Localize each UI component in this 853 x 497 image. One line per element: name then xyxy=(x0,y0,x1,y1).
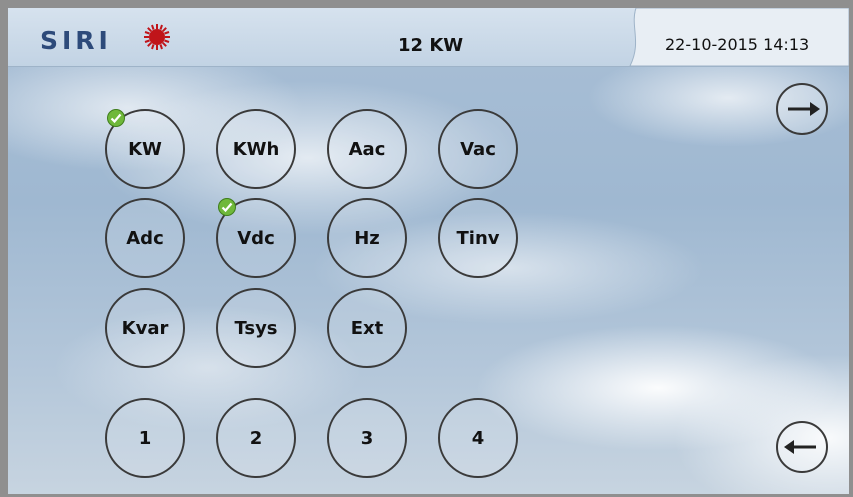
number-button-3[interactable]: 3 xyxy=(327,398,407,478)
number-button-label: 4 xyxy=(471,427,485,449)
measure-button-adc[interactable]: Adc xyxy=(105,198,185,278)
measure-button-label: Tinv xyxy=(456,227,500,249)
datetime-display: 22-10-2015 14:13 xyxy=(665,35,810,54)
measure-button-label: Vac xyxy=(460,138,496,160)
measure-button-label: Ext xyxy=(350,317,384,339)
measure-button-hz[interactable]: Hz xyxy=(327,198,407,278)
number-button-label: 3 xyxy=(360,427,374,449)
next-button[interactable] xyxy=(776,83,828,135)
measure-button-label: KW xyxy=(128,138,162,160)
measure-button-label: Aac xyxy=(348,138,386,160)
number-button-label: 2 xyxy=(249,427,263,449)
check-icon xyxy=(218,198,236,216)
page-title: 12 KW xyxy=(398,35,464,56)
back-button[interactable] xyxy=(776,421,828,473)
number-button-1[interactable]: 1 xyxy=(105,398,185,478)
screen: SIRI 12 KW 22-10-2015 14:13 KW KWh Aac V… xyxy=(8,8,849,494)
measure-button-label: Vdc xyxy=(237,227,275,249)
arrow-left-icon xyxy=(784,440,816,454)
number-button-2[interactable]: 2 xyxy=(216,398,296,478)
brand-logo: SIRI xyxy=(40,26,112,55)
number-button-4[interactable]: 4 xyxy=(438,398,518,478)
measure-button-aac[interactable]: Aac xyxy=(327,109,407,189)
device-frame: SIRI 12 KW 22-10-2015 14:13 KW KWh Aac V… xyxy=(0,0,853,497)
measure-button-kwh[interactable]: KWh xyxy=(216,109,296,189)
sun-logo-icon xyxy=(144,24,170,50)
check-icon xyxy=(107,109,125,127)
measure-button-vac[interactable]: Vac xyxy=(438,109,518,189)
measure-button-tinv[interactable]: Tinv xyxy=(438,198,518,278)
arrow-right-icon xyxy=(788,102,820,116)
measure-button-label: Kvar xyxy=(121,317,169,339)
measure-button-ext[interactable]: Ext xyxy=(327,288,407,368)
measure-button-label: Hz xyxy=(354,227,380,249)
measure-button-kvar[interactable]: Kvar xyxy=(105,288,185,368)
measure-button-label: Tsys xyxy=(234,317,278,339)
measure-button-label: KWh xyxy=(232,138,280,160)
header-bar: SIRI 12 KW 22-10-2015 14:13 xyxy=(8,8,849,67)
measure-button-tsys[interactable]: Tsys xyxy=(216,288,296,368)
number-button-label: 1 xyxy=(138,427,152,449)
measure-button-label: Adc xyxy=(126,227,164,249)
